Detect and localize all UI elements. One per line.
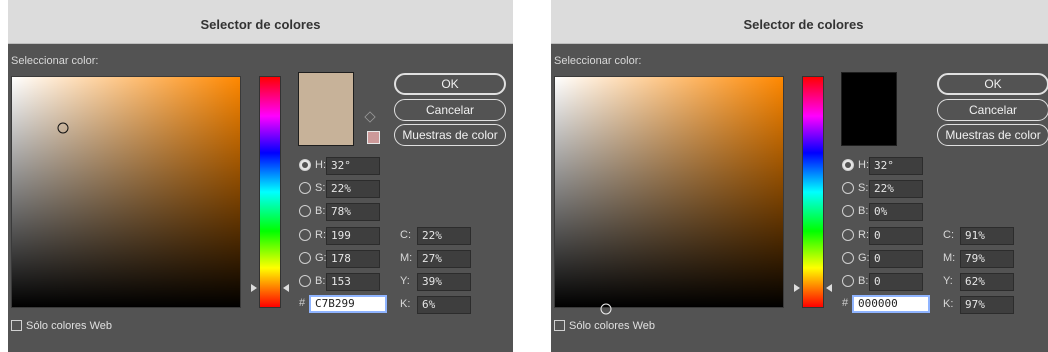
- green-radio[interactable]: [842, 252, 854, 264]
- new-color-swatch: [298, 72, 354, 146]
- red-radio[interactable]: [842, 229, 854, 241]
- green-field[interactable]: 178: [326, 250, 380, 268]
- magenta-field[interactable]: 27%: [417, 250, 471, 268]
- checkbox-icon[interactable]: [11, 320, 22, 331]
- hue-slider-handle-left[interactable]: [251, 284, 257, 293]
- hue-slider-handle-right[interactable]: [283, 284, 289, 293]
- saturation-radio[interactable]: [842, 182, 854, 194]
- saturation-field[interactable]: 22%: [869, 180, 923, 198]
- hue-slider[interactable]: [794, 76, 832, 308]
- black-field[interactable]: 97%: [960, 296, 1014, 314]
- red-label: R:: [315, 229, 326, 241]
- title-bar: Selector de colores: [8, 0, 513, 44]
- blue-field[interactable]: 153: [326, 273, 380, 291]
- websafe-label: Sólo colores Web: [569, 320, 656, 332]
- hex-field[interactable]: C7B299: [309, 295, 387, 313]
- color-field[interactable]: [11, 76, 241, 308]
- hue-label: H:: [315, 159, 326, 171]
- brightness-field[interactable]: 0%: [869, 203, 923, 221]
- blue-field[interactable]: 0: [869, 273, 923, 291]
- saturation-field[interactable]: 22%: [326, 180, 380, 198]
- green-field[interactable]: 0: [869, 250, 923, 268]
- hue-field[interactable]: 32°: [869, 157, 923, 175]
- blue-label: B:: [315, 275, 326, 287]
- brightness-radio[interactable]: [299, 205, 311, 217]
- brightness-field[interactable]: 78%: [326, 203, 380, 221]
- hue-slider[interactable]: [251, 76, 289, 308]
- black-label: K:: [400, 298, 411, 310]
- color-picker-dialog: Selector de colores Seleccionar color: O…: [8, 0, 513, 352]
- red-field[interactable]: 0: [869, 227, 923, 245]
- new-color-swatch: [841, 72, 897, 146]
- hex-hash-label: #: [299, 297, 306, 309]
- hue-label: H:: [858, 159, 869, 171]
- cancel-button[interactable]: Cancelar: [937, 99, 1048, 121]
- brightness-radio[interactable]: [842, 205, 854, 217]
- cancel-button[interactable]: Cancelar: [394, 99, 506, 121]
- blue-radio[interactable]: [842, 275, 854, 287]
- yellow-field[interactable]: 62%: [960, 273, 1014, 291]
- checkbox-icon[interactable]: [554, 320, 565, 331]
- green-radio[interactable]: [299, 252, 311, 264]
- magenta-field[interactable]: 79%: [960, 250, 1014, 268]
- dialog-title: Selector de colores: [743, 17, 864, 32]
- magenta-label: M:: [943, 252, 956, 264]
- select-color-label: Seleccionar color:: [554, 55, 642, 67]
- saturation-label: S:: [858, 182, 869, 194]
- saturation-radio[interactable]: [299, 182, 311, 194]
- blue-label: B:: [858, 275, 869, 287]
- cyan-field[interactable]: 22%: [417, 227, 471, 245]
- color-field[interactable]: [554, 76, 784, 315]
- green-label: G:: [315, 252, 327, 264]
- cube-icon[interactable]: [364, 111, 376, 123]
- yellow-label: Y:: [400, 275, 410, 287]
- hue-field[interactable]: 32°: [326, 157, 380, 175]
- dialog-title: Selector de colores: [200, 17, 321, 32]
- color-picker-dialog: Selector de colores Seleccionar color: O…: [551, 0, 1048, 352]
- select-color-label: Seleccionar color:: [11, 55, 99, 67]
- color-field-marker[interactable]: [600, 303, 612, 315]
- cyan-label: C:: [943, 229, 954, 241]
- red-label: R:: [858, 229, 869, 241]
- hue-radio[interactable]: [842, 159, 854, 171]
- title-bar: Selector de colores: [551, 0, 1048, 44]
- websafe-option[interactable]: Sólo colores Web: [554, 320, 655, 332]
- brightness-label: B:: [858, 205, 869, 217]
- blue-radio[interactable]: [299, 275, 311, 287]
- yellow-field[interactable]: 39%: [417, 273, 471, 291]
- hue-slider-handle-left[interactable]: [794, 284, 800, 293]
- hue-radio[interactable]: [299, 159, 311, 171]
- cyan-label: C:: [400, 229, 411, 241]
- black-field[interactable]: 6%: [417, 296, 471, 314]
- websafe-color-swatch[interactable]: [367, 131, 380, 144]
- red-field[interactable]: 199: [326, 227, 380, 245]
- hex-field[interactable]: 000000: [852, 295, 930, 313]
- brightness-label: B:: [315, 205, 326, 217]
- hex-hash-label: #: [842, 297, 849, 309]
- websafe-option[interactable]: Sólo colores Web: [11, 320, 112, 332]
- ok-button[interactable]: OK: [937, 73, 1048, 95]
- red-radio[interactable]: [299, 229, 311, 241]
- websafe-label: Sólo colores Web: [26, 320, 113, 332]
- saturation-label: S:: [315, 182, 326, 194]
- green-label: G:: [858, 252, 870, 264]
- color-field-marker[interactable]: [57, 122, 69, 134]
- hue-slider-handle-right[interactable]: [826, 284, 832, 293]
- black-label: K:: [943, 298, 954, 310]
- color-libraries-button[interactable]: Muestras de color: [394, 124, 506, 146]
- magenta-label: M:: [400, 252, 413, 264]
- yellow-label: Y:: [943, 275, 953, 287]
- ok-button[interactable]: OK: [394, 73, 506, 95]
- color-libraries-button[interactable]: Muestras de color: [937, 124, 1048, 146]
- cyan-field[interactable]: 91%: [960, 227, 1014, 245]
